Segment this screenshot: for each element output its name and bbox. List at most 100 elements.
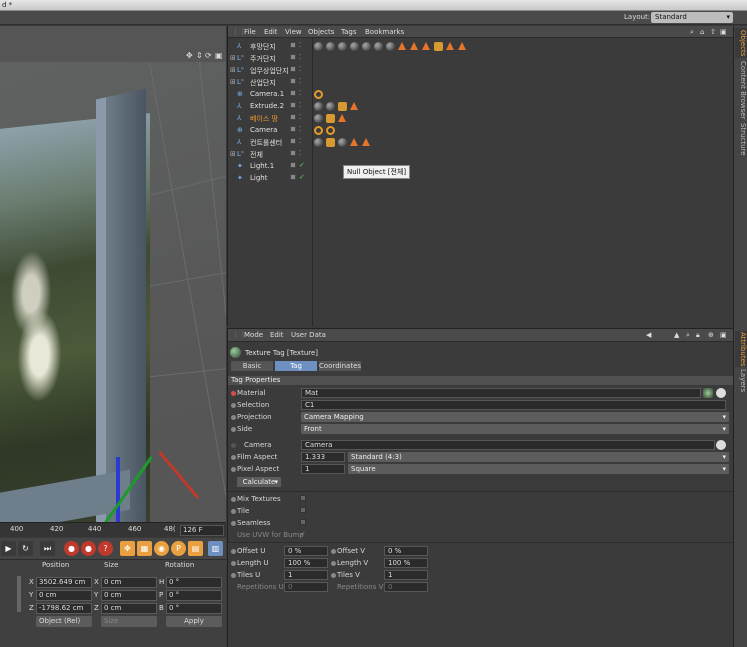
object-name[interactable]: 컨트롤센터: [250, 138, 282, 148]
pos-x-field[interactable]: 3502.649 cm: [36, 577, 92, 588]
enable-toggle-icon[interactable]: ⁚: [299, 53, 301, 61]
enable-toggle-icon[interactable]: ⁚: [299, 41, 301, 49]
rot-b-field[interactable]: 0 °: [166, 603, 222, 614]
material-anim-dot[interactable]: [231, 391, 236, 396]
timeline-window-icon[interactable]: ▥: [208, 541, 223, 556]
selection-field[interactable]: C1: [301, 400, 726, 410]
new-panel-icon[interactable]: ⊕: [708, 331, 714, 339]
mix-anim-dot[interactable]: [231, 497, 236, 502]
coord-mode-select[interactable]: Object (Rel): [36, 616, 92, 627]
expand-panel-icon[interactable]: ▣: [720, 28, 727, 36]
phong-tag-icon[interactable]: [350, 102, 358, 110]
help-icon[interactable]: ?: [98, 541, 113, 556]
tab-tag[interactable]: Tag: [275, 361, 317, 371]
material-tag-icon[interactable]: [350, 42, 359, 51]
size-mode-select[interactable]: Size: [101, 616, 157, 627]
menu-edit[interactable]: Edit: [270, 331, 284, 339]
phong-tag-icon[interactable]: [410, 42, 418, 50]
projection-anim-dot[interactable]: [231, 415, 236, 420]
move-keys-icon[interactable]: ✥: [120, 541, 135, 556]
menu-objects[interactable]: Objects: [308, 28, 334, 36]
expand-panel-icon[interactable]: ▣: [720, 331, 727, 339]
material-tag-icon[interactable]: [314, 42, 323, 51]
menu-edit[interactable]: Edit: [264, 28, 278, 36]
enable-toggle-icon[interactable]: ⁚: [299, 65, 301, 73]
up-arrow-icon[interactable]: ⇧: [710, 28, 716, 36]
back-arrow-icon[interactable]: ◀: [646, 331, 651, 339]
menu-mode[interactable]: Mode: [244, 331, 263, 339]
expand-toggle-icon[interactable]: ⊞: [230, 54, 236, 62]
enable-toggle-icon[interactable]: ✓: [299, 173, 305, 181]
phong-tag-icon[interactable]: [446, 42, 454, 50]
length-v-anim-dot[interactable]: [331, 561, 336, 566]
object-row[interactable]: ⊞ L⁰ 산업단지 ⁚: [228, 76, 734, 88]
visibility-toggle[interactable]: [290, 126, 296, 132]
current-frame-field[interactable]: 126 F: [180, 525, 224, 536]
tiles-u-field[interactable]: 1: [284, 570, 328, 580]
rot-h-field[interactable]: 0 °: [166, 577, 222, 588]
camera-anim-dot[interactable]: [231, 443, 236, 448]
seamless-anim-dot[interactable]: [231, 521, 236, 526]
length-v-field[interactable]: 100 %: [384, 558, 428, 568]
object-name[interactable]: 업무상업단지: [250, 66, 289, 76]
object-row[interactable]: ⊕ Camera ⁚: [228, 124, 734, 136]
viewport[interactable]: ✥ ⇕ ⟳ ▣: [0, 26, 226, 522]
rotate-view-icon[interactable]: ⟳: [205, 51, 212, 60]
object-row[interactable]: ⅄ Extrude.2 ⁚: [228, 100, 734, 112]
enable-toggle-icon[interactable]: ⁚: [299, 89, 301, 97]
phong-tag-icon[interactable]: [422, 42, 430, 50]
param-keys-icon[interactable]: P: [171, 541, 186, 556]
object-name[interactable]: 주거단지: [250, 54, 276, 64]
enable-toggle-icon[interactable]: ⁚: [299, 77, 301, 85]
texture-tag-icon[interactable]: [326, 114, 335, 123]
home-icon[interactable]: ⌂: [700, 28, 704, 36]
object-name[interactable]: 전체: [250, 150, 263, 160]
target-tag-icon[interactable]: [314, 90, 323, 99]
tile-anim-dot[interactable]: [231, 509, 236, 514]
object-row[interactable]: ✦ Light.1 ✓: [228, 160, 734, 172]
expand-toggle-icon[interactable]: ⊞: [230, 66, 236, 74]
texture-tag-icon[interactable]: [434, 42, 443, 51]
layout-select[interactable]: Standard: [651, 12, 733, 23]
material-tag-icon[interactable]: [326, 42, 335, 51]
material-tag-icon[interactable]: [374, 42, 383, 51]
length-u-field[interactable]: 100 %: [284, 558, 328, 568]
phong-tag-icon[interactable]: [350, 138, 358, 146]
tab-basic[interactable]: Basic: [231, 361, 273, 371]
object-row[interactable]: ⊕ Camera.1 ⁚: [228, 88, 734, 100]
enable-toggle-icon[interactable]: ⁚: [299, 101, 301, 109]
material-preview-icon[interactable]: [703, 388, 713, 398]
goto-end-icon[interactable]: ⏭: [40, 541, 55, 556]
up-arrow-icon[interactable]: ▲: [674, 331, 679, 339]
mix-textures-checkbox[interactable]: [300, 495, 306, 501]
enable-toggle-icon[interactable]: ✓: [299, 161, 305, 169]
visibility-toggle[interactable]: [290, 66, 296, 72]
seamless-checkbox[interactable]: [300, 519, 306, 525]
coords-scrollbar[interactable]: [17, 576, 21, 612]
visibility-toggle[interactable]: [290, 150, 296, 156]
size-z-field[interactable]: 0 cm: [101, 603, 157, 614]
film-aspect-field[interactable]: 1.333: [301, 452, 345, 462]
material-tag-icon[interactable]: [314, 138, 323, 147]
object-row[interactable]: ⊞ L⁰ 주거단지 ⁚: [228, 52, 734, 64]
object-name[interactable]: 산업단지: [250, 78, 276, 88]
visibility-toggle[interactable]: [290, 162, 296, 168]
maximize-view-icon[interactable]: ▣: [215, 51, 223, 60]
record-icon[interactable]: ●: [64, 541, 79, 556]
phong-tag-icon[interactable]: [458, 42, 466, 50]
visibility-toggle[interactable]: [290, 174, 296, 180]
side-tab-structure[interactable]: Structure: [735, 122, 747, 156]
target-tag-icon[interactable]: [326, 126, 335, 135]
pixel-anim-dot[interactable]: [231, 467, 236, 472]
object-name[interactable]: 베이스 땅: [250, 114, 278, 124]
visibility-toggle[interactable]: [290, 114, 296, 120]
repetitions-u-field[interactable]: 0: [284, 582, 328, 592]
move-view-icon[interactable]: ✥: [186, 51, 193, 60]
material-tag-icon[interactable]: [326, 102, 335, 111]
rotate-keys-icon[interactable]: ◉: [154, 541, 169, 556]
texture-tag-icon[interactable]: [338, 102, 347, 111]
material-tag-icon[interactable]: [338, 42, 347, 51]
z-axis-handle[interactable]: [116, 457, 120, 522]
offset-u-field[interactable]: 0 %: [284, 546, 328, 556]
phong-tag-icon[interactable]: [338, 114, 346, 122]
